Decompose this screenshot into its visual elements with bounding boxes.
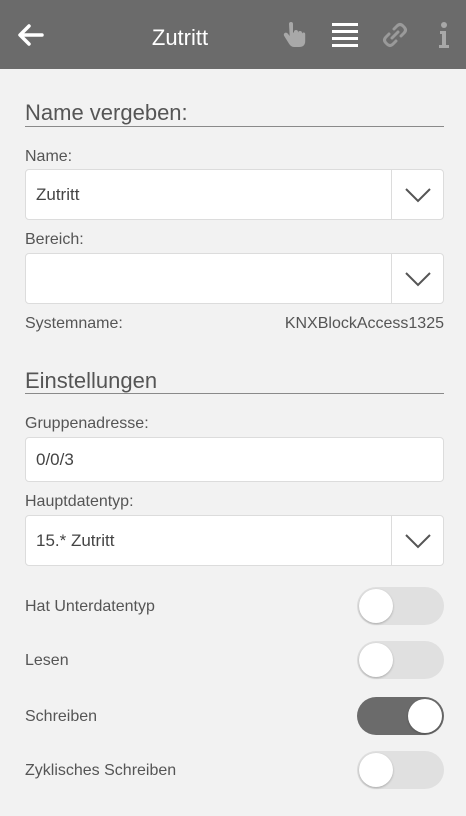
section-divider — [25, 393, 444, 394]
hauptdatentyp-value: 15.* Zutritt — [36, 530, 115, 550]
lesen-toggle[interactable] — [357, 641, 444, 679]
info-icon[interactable] — [430, 20, 460, 50]
gruppenadresse-input[interactable]: 0/0/3 — [25, 437, 444, 482]
toggle-knob — [359, 753, 393, 787]
page-title: Zutritt — [151, 25, 209, 50]
link-icon[interactable] — [380, 20, 410, 50]
hat-unterdatentyp-toggle[interactable] — [357, 587, 444, 625]
toggle-label: Schreiben — [25, 708, 98, 725]
list-icon[interactable] — [330, 20, 360, 50]
gruppenadresse-label: Gruppenadresse: — [25, 415, 149, 432]
bereich-field[interactable] — [25, 253, 444, 304]
gruppenadresse-value: 0/0/3 — [36, 449, 74, 469]
top-bar: Zutritt — [0, 0, 466, 69]
systemname-value: KNXBlockAccess1325 — [284, 315, 444, 332]
chevron-down-icon[interactable] — [391, 516, 443, 565]
schreiben-toggle[interactable] — [357, 697, 444, 735]
systemname-label: Systemname: — [25, 315, 123, 332]
toggle-knob — [408, 699, 442, 733]
hauptdatentyp-select[interactable]: 15.* Zutritt — [25, 515, 444, 566]
toggle-knob — [359, 643, 393, 677]
name-field[interactable]: Zutritt — [25, 169, 444, 220]
toggle-label: Hat Unterdatentyp — [25, 598, 155, 615]
toggle-label: Zyklisches Schreiben — [25, 762, 177, 779]
name-section-heading: Name vergeben: — [25, 100, 188, 125]
settings-section-heading: Einstellungen — [25, 368, 158, 393]
bereich-label: Bereich: — [25, 231, 84, 248]
chevron-down-icon[interactable] — [391, 170, 443, 219]
zyklisches-schreiben-toggle[interactable] — [357, 751, 444, 789]
hand-icon[interactable] — [278, 20, 308, 50]
toggle-knob — [359, 589, 393, 623]
chevron-down-icon[interactable] — [391, 254, 443, 303]
hauptdatentyp-label: Hauptdatentyp: — [25, 493, 134, 510]
back-arrow-icon[interactable] — [14, 19, 46, 51]
toggle-label: Lesen — [25, 652, 69, 669]
name-label: Name: — [25, 148, 73, 165]
name-value: Zutritt — [36, 184, 80, 204]
section-divider — [25, 126, 444, 127]
